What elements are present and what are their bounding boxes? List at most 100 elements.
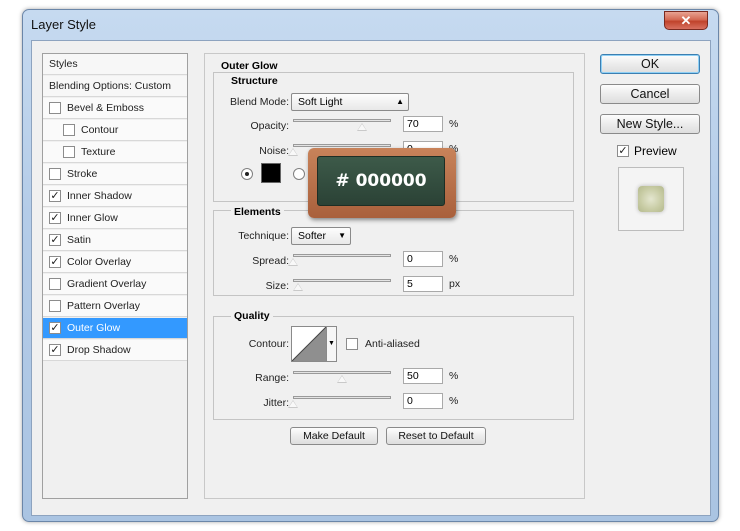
- range-label: Range:: [255, 372, 289, 384]
- style-checkbox[interactable]: [49, 300, 61, 312]
- style-item-contour[interactable]: Contour: [43, 120, 187, 141]
- style-item-label: Pattern Overlay: [67, 300, 140, 312]
- blend-mode-label: Blend Mode:: [230, 96, 289, 108]
- size-slider-thumb[interactable]: [293, 283, 303, 291]
- style-item-label: Contour: [81, 124, 119, 136]
- range-unit: %: [449, 370, 459, 382]
- cancel-button[interactable]: Cancel: [600, 84, 700, 104]
- style-item-label: Drop Shadow: [67, 344, 131, 356]
- style-checkbox[interactable]: [63, 146, 75, 158]
- glow-color-swatch[interactable]: [261, 163, 281, 183]
- style-checkbox[interactable]: [49, 168, 61, 180]
- style-checkbox[interactable]: [63, 124, 75, 136]
- style-item-gradient-overlay[interactable]: Gradient Overlay: [43, 274, 187, 295]
- style-item-label: Inner Shadow: [67, 190, 132, 202]
- styles-list: Styles Blending Options: Custom Bevel & Em…: [42, 53, 188, 499]
- style-item-label: Styles: [49, 58, 78, 70]
- noise-slider[interactable]: [293, 144, 391, 147]
- style-item-label: Outer Glow: [67, 322, 121, 334]
- elements-title: Elements: [231, 206, 284, 218]
- style-item-satin[interactable]: ✓ Satin: [43, 230, 187, 251]
- new-style-button[interactable]: New Style...: [600, 114, 700, 134]
- style-item-label: Bevel & Emboss: [67, 102, 145, 114]
- ok-button[interactable]: OK: [600, 54, 700, 74]
- style-item-label: Stroke: [67, 168, 98, 180]
- technique-select[interactable]: Softer ▼: [291, 227, 351, 245]
- color-hex-label: # 000000: [317, 156, 445, 206]
- opacity-slider[interactable]: [293, 119, 391, 122]
- style-checkbox-checked[interactable]: ✓: [49, 212, 61, 224]
- spread-label: Spread:: [252, 255, 289, 267]
- spread-unit: %: [449, 253, 459, 265]
- noise-label: Noise:: [259, 145, 289, 157]
- layer-style-dialog: Layer Style ✕ Styles Blending Options: Cu…: [22, 9, 719, 522]
- style-item-pattern-overlay[interactable]: Pattern Overlay: [43, 296, 187, 317]
- style-item-label: Inner Glow: [67, 212, 118, 224]
- style-checkbox[interactable]: [49, 278, 61, 290]
- style-item-stroke[interactable]: Stroke: [43, 164, 187, 185]
- range-slider-thumb[interactable]: [337, 375, 347, 383]
- style-item-label: Gradient Overlay: [67, 278, 147, 290]
- noise-slider-thumb[interactable]: [288, 148, 298, 156]
- size-label: Size:: [265, 280, 289, 292]
- opacity-label: Opacity:: [250, 120, 289, 132]
- close-icon: ✕: [680, 12, 692, 28]
- spread-input[interactable]: 0: [403, 251, 443, 267]
- style-item-label: Texture: [81, 146, 116, 158]
- antialiased-checkbox[interactable]: [346, 338, 358, 350]
- spread-slider-thumb[interactable]: [288, 258, 298, 266]
- spread-slider[interactable]: [293, 254, 391, 257]
- solid-color-radio[interactable]: [241, 168, 253, 180]
- technique-label: Technique:: [238, 230, 289, 242]
- outer-glow-title: Outer Glow: [221, 60, 278, 72]
- color-tooltip: # 000000: [308, 148, 456, 218]
- style-checkbox-checked[interactable]: ✓: [49, 256, 61, 268]
- blend-mode-value: Soft Light: [298, 96, 343, 108]
- range-slider[interactable]: [293, 371, 391, 374]
- style-item-styles[interactable]: Styles: [43, 54, 187, 75]
- style-preview: [618, 167, 684, 231]
- style-item-blending-options-custom[interactable]: Blending Options: Custom: [43, 76, 187, 97]
- jitter-slider[interactable]: [293, 396, 391, 399]
- contour-curve-icon: [291, 326, 327, 362]
- jitter-unit: %: [449, 395, 459, 407]
- style-item-texture[interactable]: Texture: [43, 142, 187, 163]
- opacity-slider-thumb[interactable]: [356, 123, 367, 131]
- dialog-client-area: Styles Blending Options: Custom Bevel & Em…: [31, 40, 711, 516]
- style-item-label: Blending Options: Custom: [49, 80, 171, 92]
- style-item-outer-glow[interactable]: ✓ Outer Glow: [43, 318, 187, 339]
- check-icon: ✓: [618, 145, 628, 157]
- style-item-bevel-emboss[interactable]: Bevel & Emboss: [43, 98, 187, 119]
- style-checkbox-checked[interactable]: ✓: [49, 234, 61, 246]
- size-slider[interactable]: [293, 279, 391, 282]
- contour-picker[interactable]: [291, 326, 327, 362]
- preview-checkbox[interactable]: ✓: [617, 145, 629, 157]
- jitter-slider-thumb[interactable]: [288, 400, 298, 408]
- opacity-input[interactable]: 70: [403, 116, 443, 132]
- style-checkbox-checked[interactable]: ✓: [49, 344, 61, 356]
- blend-mode-select[interactable]: Soft Light ▲: [291, 93, 409, 111]
- quality-title: Quality: [231, 310, 273, 322]
- outer-glow-panel: Outer Glow Structure Blend Mode: Soft Li…: [204, 53, 585, 499]
- make-default-button[interactable]: Make Default: [290, 427, 378, 445]
- jitter-input[interactable]: 0: [403, 393, 443, 409]
- dialog-title: Layer Style: [31, 17, 97, 32]
- structure-title: Structure: [231, 75, 278, 87]
- contour-dropdown-icon[interactable]: ▼: [327, 326, 337, 362]
- preview-label: Preview: [634, 144, 677, 158]
- reset-to-default-button[interactable]: Reset to Default: [386, 427, 486, 445]
- style-checkbox-checked[interactable]: ✓: [49, 322, 61, 334]
- style-checkbox-checked[interactable]: ✓: [49, 190, 61, 202]
- style-item-color-overlay[interactable]: ✓ Color Overlay: [43, 252, 187, 273]
- size-input[interactable]: 5: [403, 276, 443, 292]
- contour-label: Contour:: [248, 338, 289, 350]
- gradient-radio[interactable]: [293, 168, 305, 180]
- style-checkbox[interactable]: [49, 102, 61, 114]
- range-input[interactable]: 50: [403, 368, 443, 384]
- style-item-label: Color Overlay: [67, 256, 132, 268]
- style-item-inner-glow[interactable]: ✓ Inner Glow: [43, 208, 187, 229]
- size-unit: px: [449, 278, 461, 290]
- style-item-drop-shadow[interactable]: ✓ Drop Shadow: [43, 340, 187, 361]
- close-button[interactable]: ✕: [664, 11, 708, 30]
- style-item-inner-shadow[interactable]: ✓ Inner Shadow: [43, 186, 187, 207]
